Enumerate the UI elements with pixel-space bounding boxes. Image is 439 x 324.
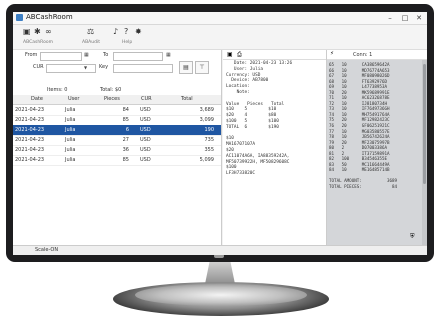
key-input[interactable] [113, 64, 173, 73]
receipt-line: LF3H733820C [226, 171, 256, 177]
settings-icon[interactable]: ✱ [34, 27, 41, 36]
toolbar-group-help: Help [122, 40, 133, 45]
cell-total: 735 [204, 137, 214, 143]
scrollbar-thumb[interactable] [423, 64, 426, 184]
cell-pieces: 85 [122, 157, 129, 163]
col-pieces[interactable]: Pieces [104, 96, 120, 102]
cell-cur: USD [140, 157, 151, 163]
cell-date: 2021-04-23 [15, 117, 45, 123]
cell-pieces: 36 [122, 147, 129, 153]
receipt-toolbar: ▣ ⎙ [223, 50, 326, 60]
cell-total: 5,099 [199, 157, 214, 163]
cash-register-icon[interactable]: ▣ [23, 27, 31, 36]
shield-icon[interactable]: ⛨ [410, 233, 415, 241]
cell-user: Julia [65, 117, 76, 123]
app-logo-icon [16, 14, 23, 21]
status-bar: Scale-ON [13, 245, 427, 255]
serial-lines: 65 10 CA38659642A 66 10 MD76774A653 67 10 … [329, 62, 419, 190]
serial-panel: ⚡ Conn: 1 65 10 CA38659642A 66 10 MD76774… [327, 50, 427, 245]
to-calendar-icon[interactable]: ▦ [166, 52, 171, 58]
receipt-panel: ▣ ⎙ Date: 2021-04-23 13:26 User: Julia Cu… [223, 50, 327, 245]
to-label: To [103, 52, 109, 58]
col-user[interactable]: User [68, 96, 79, 102]
cell-pieces: 27 [122, 137, 129, 143]
key-label: Key [99, 64, 109, 70]
filter-button[interactable]: ⊤ [195, 61, 209, 74]
currency-select[interactable] [46, 64, 96, 73]
close-button[interactable]: ✕ [412, 12, 426, 24]
cell-date: 2021-04-23 [15, 127, 45, 133]
monitor-stand-neck [205, 262, 235, 284]
help-icon[interactable]: ? [124, 27, 128, 36]
cell-cur: USD [140, 127, 151, 133]
minimize-button[interactable]: – [383, 12, 397, 24]
cell-date: 2021-04-23 [15, 147, 45, 153]
chevron-down-icon[interactable]: ▼ [84, 65, 87, 70]
mute-icon[interactable]: ♪ [113, 27, 118, 36]
to-date-input[interactable] [113, 52, 163, 61]
cell-cur: USD [140, 147, 151, 153]
connection-bar: ⚡ Conn: 1 [327, 50, 427, 60]
link-icon[interactable]: ∞ [45, 27, 52, 36]
from-calendar-icon[interactable]: ▦ [84, 52, 89, 58]
toolbar-group-abaudit: ABAudit [82, 40, 100, 45]
cell-pieces: 85 [122, 117, 129, 123]
transactions-panel: From ▦ To ▦ CUR ▼ Key ▤ ⊤ Items: 0 Total… [13, 50, 222, 245]
cell-cur: USD [140, 107, 151, 113]
cell-date: 2021-04-23 [15, 157, 45, 163]
cell-total: 190 [204, 127, 214, 133]
total-sum: Total: $0 [100, 87, 122, 93]
cell-user: Julia [65, 107, 76, 113]
items-count: Items: 0 [47, 87, 68, 93]
col-total[interactable]: Total [181, 96, 193, 102]
serial-list: 65 10 CA38659642A 66 10 MD76774A653 67 10 … [327, 60, 427, 245]
serial-line: TOTAL PIECES: 84 [329, 184, 398, 190]
maximize-button[interactable]: □ [398, 12, 412, 24]
title-bar: ABCashRoom – □ ✕ [13, 12, 427, 25]
scrollbar[interactable] [422, 60, 427, 245]
from-date-input[interactable] [40, 52, 82, 61]
audit-icon[interactable]: ⚖ [87, 27, 94, 36]
cell-user: Julia [65, 127, 76, 133]
from-label: From [25, 52, 38, 58]
window-title: ABCashRoom [26, 13, 73, 21]
cell-cur: USD [140, 117, 151, 123]
col-date[interactable]: Date [31, 96, 43, 102]
app-window: ABCashRoom – □ ✕ ▣ ✱ ∞ ABCashRoom ⚖ ABAu… [13, 12, 427, 255]
cell-pieces: 6 [125, 127, 129, 133]
calculator-button[interactable]: ▤ [179, 61, 193, 74]
toolbar-group-abcashroom: ABCashRoom [23, 40, 53, 45]
table-row[interactable]: 2021-04-23 Julia 85 USD 5,099 [13, 155, 221, 166]
save-icon[interactable]: ▣ [227, 51, 233, 58]
toolbar: ▣ ✱ ∞ ABCashRoom ⚖ ABAudit ♪ ? ✸ Help [13, 25, 427, 50]
cell-total: 3,689 [199, 107, 214, 113]
bug-icon[interactable]: ✸ [135, 27, 142, 36]
scale-status: Scale-ON [35, 247, 59, 253]
cell-pieces: 84 [122, 107, 129, 113]
cell-total: 3,099 [199, 117, 214, 123]
plug-icon[interactable]: ⚡ [330, 51, 334, 57]
cell-total: 355 [204, 147, 214, 153]
col-cur[interactable]: CUR [141, 96, 152, 102]
print-icon[interactable]: ⎙ [237, 51, 242, 59]
cell-user: Julia [65, 157, 76, 163]
cell-date: 2021-04-23 [15, 137, 45, 143]
monitor-stand-top [135, 284, 307, 306]
cell-user: Julia [65, 147, 76, 153]
cell-user: Julia [65, 137, 76, 143]
cell-date: 2021-04-23 [15, 107, 45, 113]
cur-label: CUR [33, 64, 44, 70]
table-header: Date User Pieces CUR Total [13, 95, 221, 105]
receipt-text: Date: 2021-04-23 13:26 User: Julia Curren… [226, 61, 326, 177]
cell-cur: USD [140, 137, 151, 143]
connection-status: Conn: 1 [353, 52, 373, 58]
